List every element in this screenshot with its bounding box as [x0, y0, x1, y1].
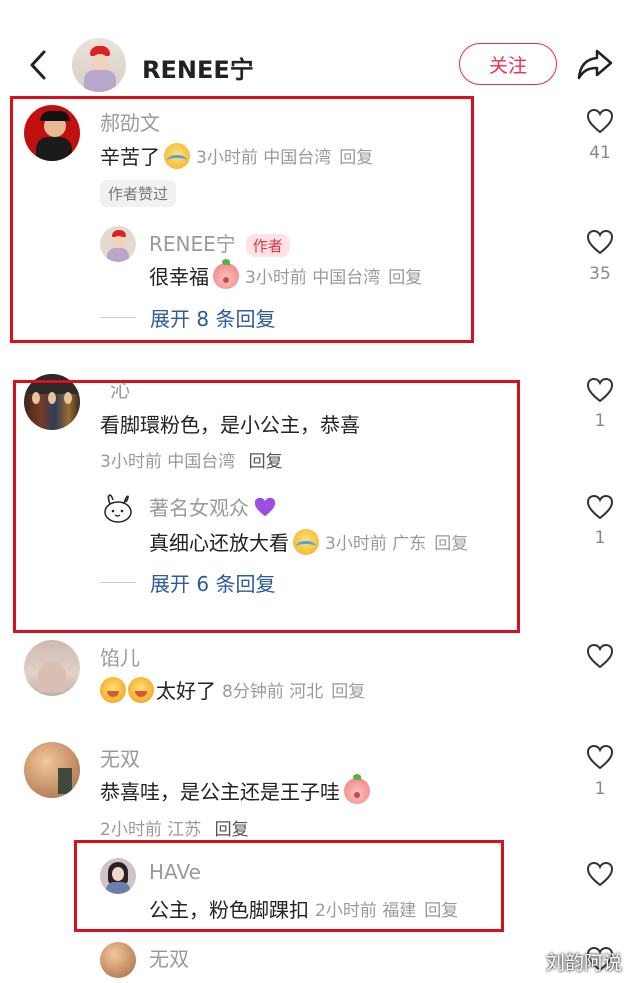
chevron-left-icon: [30, 50, 46, 80]
heart-icon[interactable]: [586, 108, 614, 134]
comment-meta-text: 2小时前 江苏: [100, 820, 202, 840]
grinning-emoji-icon: [100, 676, 126, 703]
reply-avatar[interactable]: [100, 942, 136, 978]
like-count: 35: [589, 264, 611, 284]
peach-emoji-icon: [344, 773, 370, 804]
comment-text-content: 太好了: [156, 679, 216, 703]
like-count: 1: [594, 779, 606, 799]
reply-button[interactable]: 回复: [215, 820, 249, 840]
comment-text: 恭喜哇，是公主还是王子哇: [100, 773, 370, 805]
heart-icon[interactable]: [586, 744, 614, 770]
like-count: 1: [594, 528, 606, 548]
grinning-emoji-icon: [128, 676, 154, 703]
back-button[interactable]: [24, 46, 54, 84]
highlight-box: [13, 380, 520, 633]
comment-text-content: 恭喜哇，是公主还是王子哇: [100, 780, 340, 804]
comment-author-name[interactable]: 馅儿: [100, 642, 140, 671]
share-button[interactable]: [576, 46, 614, 82]
comment-text: 太好了 8分钟前 河北 回复: [100, 675, 365, 704]
highlight-box: [74, 840, 504, 932]
heart-icon[interactable]: [586, 377, 614, 403]
share-icon: [577, 49, 613, 80]
header-avatar[interactable]: [72, 38, 126, 92]
comment-meta: 8分钟前 河北: [222, 682, 324, 702]
heart-icon[interactable]: [586, 494, 614, 520]
comment-avatar[interactable]: [24, 742, 80, 798]
header-username[interactable]: RENEE宁: [142, 50, 254, 85]
comment-author-name[interactable]: 无双: [100, 743, 140, 772]
heart-icon[interactable]: [586, 229, 614, 255]
watermark: 刘韵阿说: [546, 952, 623, 974]
comment-avatar[interactable]: [24, 640, 80, 696]
highlight-box: [10, 96, 474, 343]
like-count: 41: [589, 143, 611, 163]
heart-icon[interactable]: [586, 861, 614, 887]
reply-button[interactable]: 回复: [331, 677, 365, 702]
comment-meta: 2小时前 江苏 回复: [100, 815, 249, 840]
heart-icon[interactable]: [586, 643, 614, 669]
reply-author-name[interactable]: 无双: [149, 943, 189, 972]
follow-button[interactable]: 关注: [459, 43, 557, 85]
follow-button-label: 关注: [488, 54, 527, 77]
like-count: 1: [594, 411, 606, 431]
